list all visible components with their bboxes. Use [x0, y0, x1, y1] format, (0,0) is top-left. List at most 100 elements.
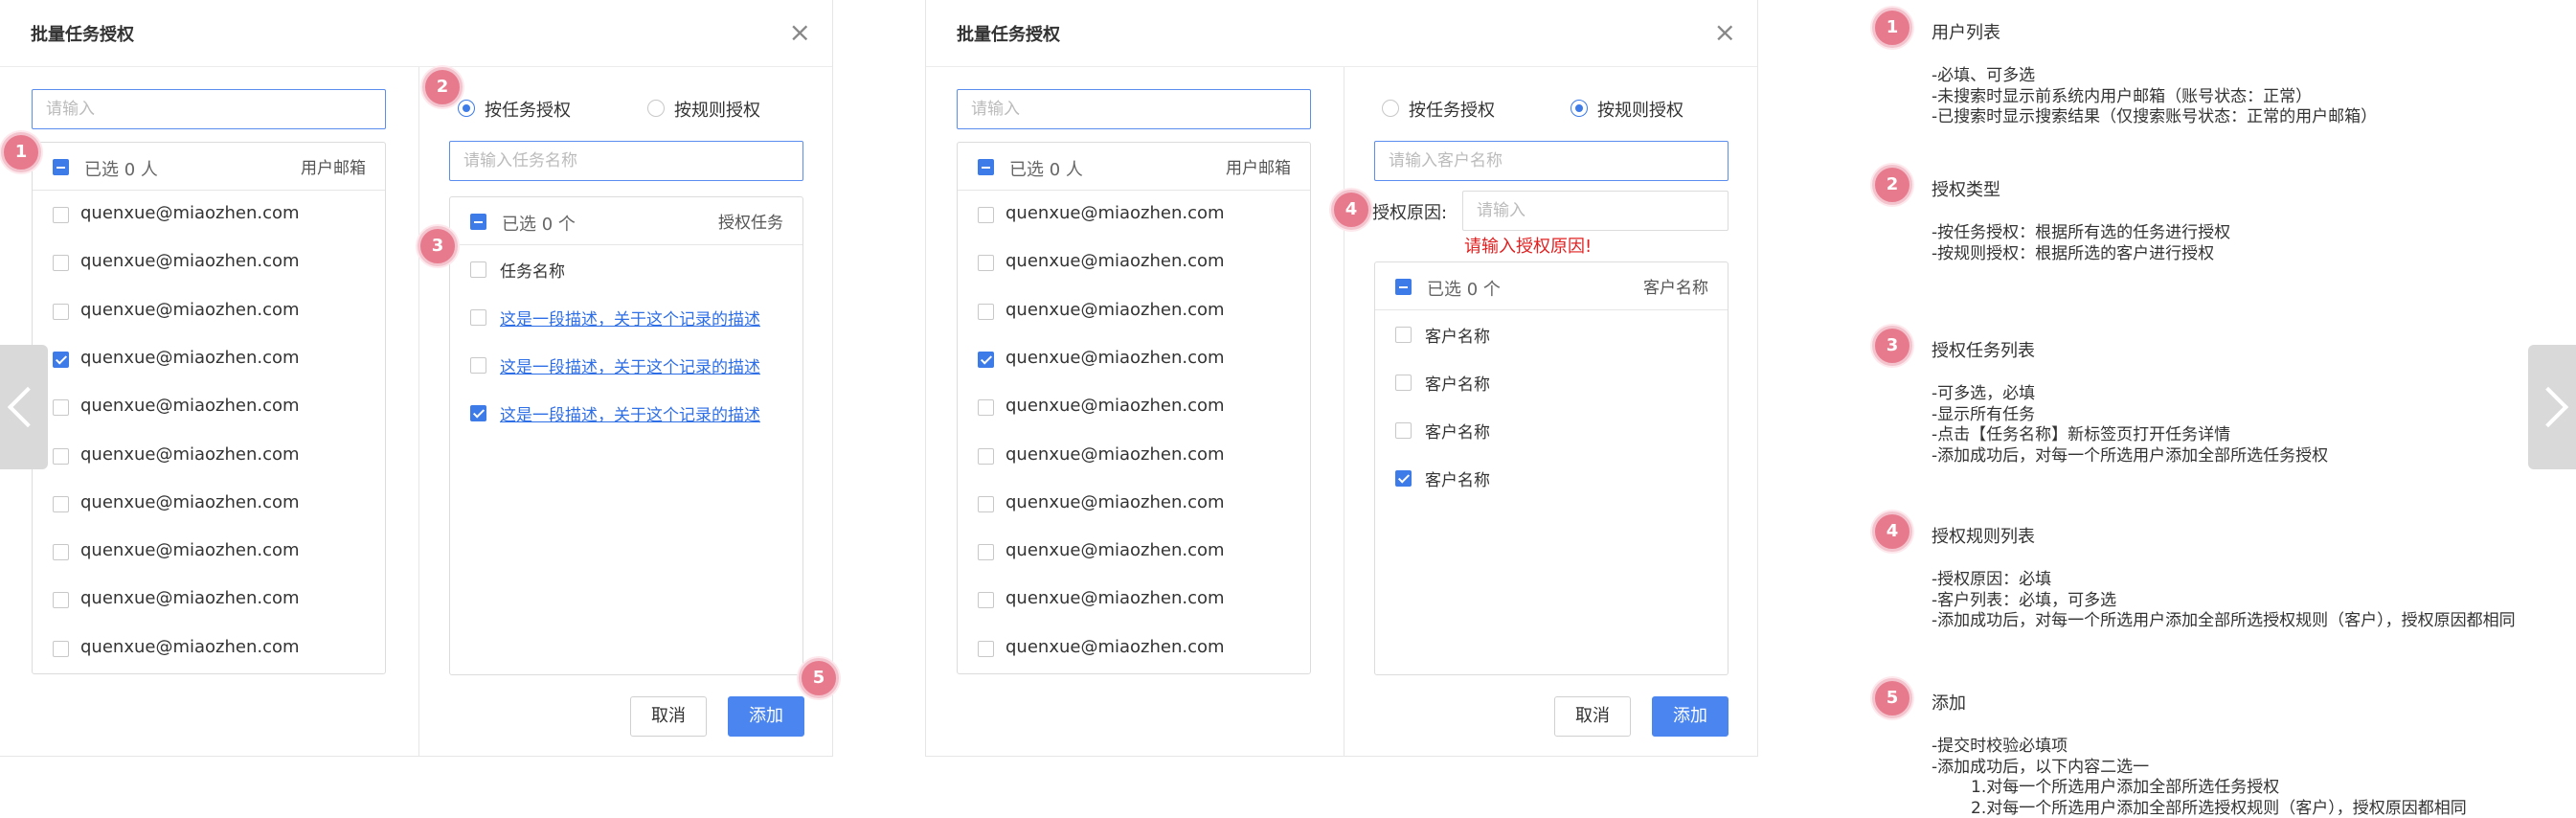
- list-item[interactable]: quenxue@miaozhen.com: [33, 287, 385, 335]
- row-checkbox[interactable]: [978, 544, 994, 561]
- row-checkbox[interactable]: [53, 544, 69, 561]
- select-all-clients-checkbox[interactable]: [1395, 279, 1412, 295]
- list-item[interactable]: quenxue@miaozhen.com: [958, 432, 1310, 480]
- list-item[interactable]: quenxue@miaozhen.com: [33, 528, 385, 576]
- user-email: quenxue@miaozhen.com: [1006, 396, 1225, 417]
- row-checkbox[interactable]: [978, 640, 994, 657]
- row-checkbox[interactable]: [978, 495, 994, 512]
- row-checkbox[interactable]: [53, 207, 69, 223]
- client-row[interactable]: 客户名称: [1375, 358, 1728, 406]
- prev-arrow-icon[interactable]: [0, 345, 48, 469]
- user-email: quenxue@miaozhen.com: [1006, 299, 1225, 320]
- user-email: quenxue@miaozhen.com: [1006, 540, 1225, 561]
- list-item[interactable]: quenxue@miaozhen.com: [958, 335, 1310, 383]
- row-checkbox[interactable]: [470, 309, 486, 326]
- user-email: quenxue@miaozhen.com: [80, 396, 300, 417]
- row-checkbox[interactable]: [978, 207, 994, 223]
- reason-input[interactable]: 请输入: [1462, 191, 1729, 231]
- close-icon[interactable]: ×: [1714, 19, 1736, 46]
- user-search-input[interactable]: 请输入: [32, 89, 386, 129]
- cancel-button[interactable]: 取消: [1554, 696, 1631, 737]
- note-badge: 2: [1872, 165, 1912, 205]
- row-checkbox[interactable]: [53, 640, 69, 657]
- row-checkbox[interactable]: [1395, 375, 1412, 391]
- row-checkbox[interactable]: [978, 592, 994, 609]
- row-checkbox[interactable]: [53, 303, 69, 320]
- task-link[interactable]: 这是一段描述，关于这个记录的描述: [500, 306, 760, 329]
- list-item[interactable]: quenxue@miaozhen.com: [958, 528, 1310, 576]
- select-all-tasks-checkbox[interactable]: [470, 214, 486, 230]
- cancel-button[interactable]: 取消: [630, 696, 707, 737]
- task-search-input[interactable]: 请输入任务名称: [449, 141, 803, 181]
- client-row[interactable]: 客户名称: [1375, 406, 1728, 454]
- list-item[interactable]: quenxue@miaozhen.com: [958, 480, 1310, 528]
- list-item[interactable]: quenxue@miaozhen.com: [33, 239, 385, 286]
- task-row[interactable]: 任务名称: [450, 245, 802, 293]
- annotation-badge-4: 4: [1331, 190, 1371, 230]
- task-row[interactable]: 这是一段描述，关于这个记录的描述: [450, 293, 802, 341]
- client-search-input[interactable]: 请输入客户名称: [1374, 141, 1729, 181]
- row-checkbox[interactable]: [1395, 422, 1412, 439]
- next-arrow-icon[interactable]: [2528, 345, 2576, 469]
- column-divider: [418, 67, 419, 757]
- row-checkbox[interactable]: [53, 447, 69, 465]
- list-item[interactable]: quenxue@miaozhen.com: [33, 383, 385, 431]
- select-all-checkbox[interactable]: [978, 159, 994, 175]
- row-checkbox[interactable]: [978, 351, 994, 368]
- list-item[interactable]: quenxue@miaozhen.com: [958, 191, 1310, 239]
- list-item[interactable]: quenxue@miaozhen.com: [33, 480, 385, 528]
- row-checkbox[interactable]: [470, 357, 486, 374]
- row-checkbox[interactable]: [470, 261, 486, 278]
- user-search-input[interactable]: 请输入: [957, 89, 1311, 129]
- add-button[interactable]: 添加: [728, 696, 804, 737]
- list-item[interactable]: quenxue@miaozhen.com: [958, 383, 1310, 431]
- task-row[interactable]: 这是一段描述，关于这个记录的描述: [450, 341, 802, 389]
- row-checkbox[interactable]: [978, 447, 994, 465]
- row-checkbox[interactable]: [53, 592, 69, 609]
- list-item[interactable]: quenxue@miaozhen.com: [33, 576, 385, 624]
- list-item[interactable]: quenxue@miaozhen.com: [958, 287, 1310, 335]
- note-badge: 4: [1872, 511, 1912, 552]
- row-checkbox[interactable]: [1395, 470, 1412, 487]
- row-checkbox[interactable]: [53, 495, 69, 512]
- task-row[interactable]: 这是一段描述，关于这个记录的描述: [450, 389, 802, 437]
- list-item[interactable]: quenxue@miaozhen.com: [958, 625, 1310, 672]
- row-checkbox[interactable]: [53, 351, 69, 368]
- row-checkbox[interactable]: [978, 255, 994, 272]
- list-item[interactable]: quenxue@miaozhen.com: [33, 625, 385, 672]
- user-list-header: 已选 0 人 用户邮箱: [958, 143, 1310, 191]
- user-list-panel: 已选 0 人 用户邮箱 quenxue@miaozhen.com quenxue@…: [957, 142, 1311, 674]
- close-icon[interactable]: ×: [789, 19, 811, 46]
- list-item[interactable]: quenxue@miaozhen.com: [958, 576, 1310, 624]
- select-all-checkbox[interactable]: [53, 159, 69, 175]
- radio-by-rule-label: 按规则授权: [1597, 101, 1683, 121]
- row-checkbox[interactable]: [53, 399, 69, 417]
- radio-by-task[interactable]: [458, 100, 475, 117]
- user-email: quenxue@miaozhen.com: [1006, 347, 1225, 368]
- user-email: quenxue@miaozhen.com: [1006, 251, 1225, 272]
- radio-by-task[interactable]: [1382, 100, 1399, 117]
- list-item[interactable]: quenxue@miaozhen.com: [33, 191, 385, 239]
- add-button[interactable]: 添加: [1652, 696, 1729, 737]
- task-link[interactable]: 这是一段描述，关于这个记录的描述: [500, 353, 760, 377]
- radio-by-rule[interactable]: [647, 100, 665, 117]
- radio-by-rule[interactable]: [1570, 100, 1588, 117]
- row-checkbox[interactable]: [1395, 327, 1412, 343]
- client-row[interactable]: 客户名称: [1375, 454, 1728, 502]
- column-header-task: 授权任务: [718, 214, 783, 233]
- user-email: quenxue@miaozhen.com: [80, 443, 300, 465]
- row-checkbox[interactable]: [470, 405, 486, 421]
- annotation-badge-1: 1: [1, 132, 41, 172]
- row-checkbox[interactable]: [978, 399, 994, 417]
- user-email: quenxue@miaozhen.com: [1006, 588, 1225, 609]
- row-checkbox[interactable]: [53, 255, 69, 272]
- list-item[interactable]: quenxue@miaozhen.com: [33, 432, 385, 480]
- row-checkbox[interactable]: [978, 303, 994, 320]
- dialog-header: 批量任务授权 ×: [926, 0, 1757, 67]
- client-row[interactable]: 客户名称: [1375, 310, 1728, 358]
- list-item[interactable]: quenxue@miaozhen.com: [958, 239, 1310, 286]
- user-email: quenxue@miaozhen.com: [1006, 203, 1225, 223]
- annotation-badge-2: 2: [422, 67, 463, 107]
- list-item[interactable]: quenxue@miaozhen.com: [33, 335, 385, 383]
- task-link[interactable]: 这是一段描述，关于这个记录的描述: [500, 401, 760, 425]
